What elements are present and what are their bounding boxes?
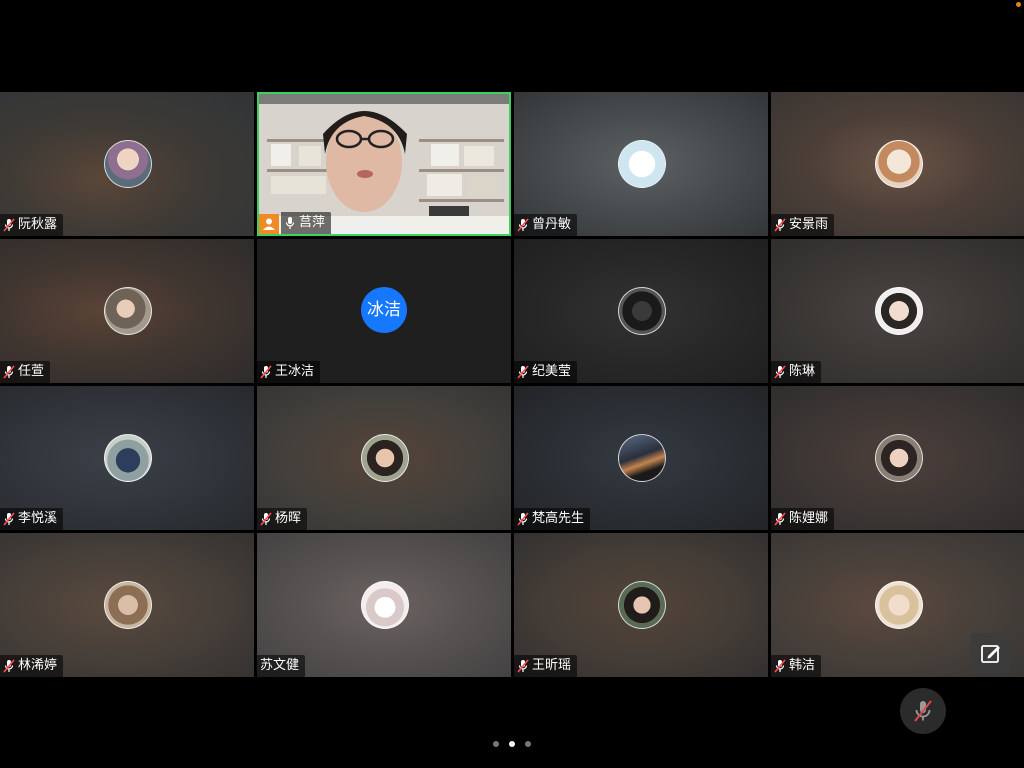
- avatar: [361, 581, 409, 629]
- participant-name: 王冰洁: [275, 364, 315, 379]
- avatar: [104, 434, 152, 482]
- participant-name: 林浠婷: [18, 658, 58, 673]
- mic-muted-icon: [774, 512, 786, 526]
- mic-muted-icon: [517, 512, 529, 526]
- participant-name: 曾丹敏: [532, 217, 572, 232]
- mic-muted-icon: [3, 218, 15, 232]
- participant-nametag: 杨晖: [257, 508, 308, 530]
- participant-nametag: 纪美莹: [514, 361, 578, 383]
- participant-tile-active-speaker[interactable]: 莒萍: [257, 92, 511, 236]
- participant-tile[interactable]: 李悦溪: [0, 386, 254, 530]
- avatar: [618, 140, 666, 188]
- participant-tile[interactable]: 纪美莹: [514, 239, 768, 383]
- participant-nametag: 李悦溪: [0, 508, 64, 530]
- participant-name: 杨晖: [275, 511, 302, 526]
- avatar: [104, 581, 152, 629]
- participant-tile[interactable]: 曾丹敏: [514, 92, 768, 236]
- avatar: [618, 581, 666, 629]
- mic-muted-icon: [774, 218, 786, 232]
- mic-muted-icon: [517, 365, 529, 379]
- mute-toggle-button[interactable]: [900, 688, 946, 734]
- participant-name: 任萱: [18, 364, 45, 379]
- participant-name: 陈娌娜: [789, 511, 829, 526]
- page-dot-current[interactable]: [509, 741, 515, 747]
- mic-muted-icon: [260, 512, 272, 526]
- host-badge-icon: [259, 214, 279, 234]
- avatar: [361, 434, 409, 482]
- page-dot[interactable]: [493, 741, 499, 747]
- mic-muted-icon: [3, 365, 15, 379]
- participant-tile[interactable]: 阮秋露: [0, 92, 254, 236]
- participant-nametag: 曾丹敏: [514, 214, 578, 236]
- mic-muted-icon: [3, 512, 15, 526]
- participant-name: 陈琳: [789, 364, 816, 379]
- mic-muted-icon: [517, 659, 529, 673]
- participant-name: 王昕瑶: [532, 658, 572, 673]
- edit-layout-button[interactable]: [971, 633, 1011, 673]
- recording-indicator-dot: [1016, 2, 1021, 7]
- participant-name: 梵高先生: [532, 511, 585, 526]
- mic-muted-icon: [914, 700, 932, 722]
- avatar: [875, 140, 923, 188]
- participant-nametag: 陈琳: [771, 361, 822, 383]
- participant-name: 莒萍: [299, 215, 326, 230]
- participant-name: 李悦溪: [18, 511, 58, 526]
- participant-nametag: 陈娌娜: [771, 508, 835, 530]
- participant-nametag: 梵高先生: [514, 508, 591, 530]
- participant-name: 韩洁: [789, 658, 816, 673]
- participant-nametag: 王冰洁: [257, 361, 321, 383]
- mic-muted-icon: [3, 659, 15, 673]
- participant-nametag: 任萱: [0, 361, 51, 383]
- avatar: [875, 434, 923, 482]
- participant-tile[interactable]: 任萱: [0, 239, 254, 383]
- participant-tile[interactable]: 杨晖: [257, 386, 511, 530]
- participant-name: 阮秋露: [18, 217, 58, 232]
- participant-tile[interactable]: 安景雨: [771, 92, 1024, 236]
- participant-tile[interactable]: 林浠婷: [0, 533, 254, 677]
- meeting-screen: 阮秋露 莒萍 曾丹敏 安景雨 任萱 冰洁 王冰洁 纪美莹 陈琳 李悦溪 杨晖 梵…: [0, 0, 1024, 768]
- participant-name: 安景雨: [789, 217, 829, 232]
- mic-icon: [285, 217, 295, 229]
- page-indicator[interactable]: [0, 741, 1024, 747]
- participant-nametag: 莒萍: [281, 212, 332, 234]
- avatar: [104, 287, 152, 335]
- participant-tile[interactable]: 陈娌娜: [771, 386, 1024, 530]
- participant-nametag: 韩洁: [771, 655, 822, 677]
- avatar: [875, 581, 923, 629]
- mic-muted-icon: [774, 659, 786, 673]
- mic-muted-icon: [517, 218, 529, 232]
- page-dot[interactable]: [525, 741, 531, 747]
- edit-layout-icon: [981, 645, 1000, 663]
- participant-tile[interactable]: 苏文健: [257, 533, 511, 677]
- mic-muted-icon: [260, 365, 272, 379]
- avatar: [618, 434, 666, 482]
- participant-tile[interactable]: 王昕瑶: [514, 533, 768, 677]
- text-avatar: 冰洁: [361, 287, 407, 333]
- participant-name: 苏文健: [260, 658, 300, 673]
- participant-nametag: 林浠婷: [0, 655, 64, 677]
- participant-nametag: 苏文健: [257, 655, 306, 677]
- participant-name: 纪美莹: [532, 364, 572, 379]
- participant-nametag: 阮秋露: [0, 214, 64, 236]
- avatar: [875, 287, 923, 335]
- participant-tile[interactable]: 梵高先生: [514, 386, 768, 530]
- participant-tile[interactable]: 陈琳: [771, 239, 1024, 383]
- participant-nametag: 王昕瑶: [514, 655, 578, 677]
- mic-muted-icon: [774, 365, 786, 379]
- participant-grid: 阮秋露 莒萍 曾丹敏 安景雨 任萱 冰洁 王冰洁 纪美莹 陈琳 李悦溪 杨晖 梵…: [0, 92, 1024, 677]
- participant-nametag: 安景雨: [771, 214, 835, 236]
- participant-tile[interactable]: 冰洁 王冰洁: [257, 239, 511, 383]
- avatar: [618, 287, 666, 335]
- avatar: [104, 140, 152, 188]
